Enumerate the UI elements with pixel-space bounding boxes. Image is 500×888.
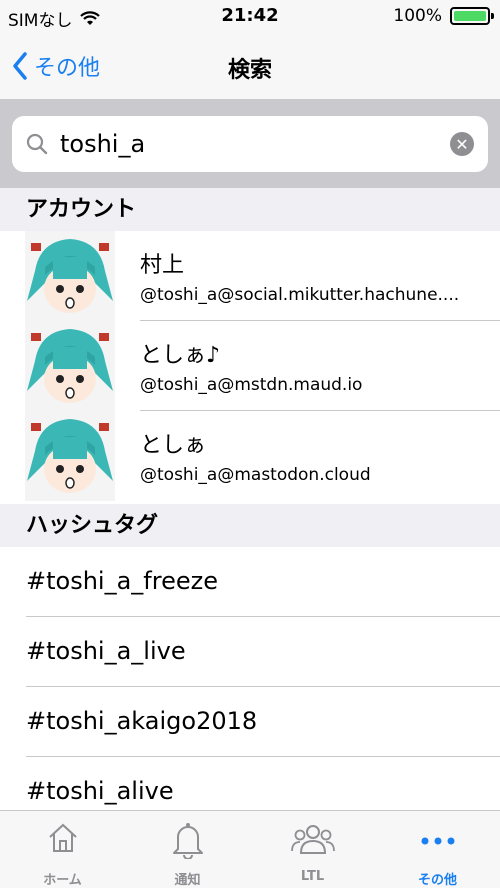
tab-label: LTL	[300, 869, 325, 884]
account-display-name: としぁ	[140, 433, 207, 458]
tab-home[interactable]: ホーム	[0, 811, 125, 888]
status-bar: SIMなし 21:42 100%	[0, 0, 500, 34]
search-area: ✕	[0, 100, 500, 188]
section-header-hashtags: ハッシュタグ	[0, 504, 500, 547]
avatar	[25, 231, 115, 321]
tab-bar: ホーム 通知 LTL その他	[0, 810, 500, 888]
bell-icon	[172, 823, 203, 859]
search-bar: ✕	[12, 116, 488, 172]
account-row[interactable]: としぁ @toshi_a@mastodon.cloud	[0, 411, 500, 501]
account-handle: @toshi_a@social.mikutter.hachune....	[140, 285, 460, 305]
page-title: 検索	[227, 58, 272, 83]
avatar	[25, 411, 115, 501]
battery-percent: 100%	[393, 6, 442, 26]
tab-label: ホーム	[43, 873, 82, 888]
tab-label: 通知	[174, 873, 201, 888]
account-display-name: としぁ♪	[140, 343, 221, 368]
home-icon	[48, 823, 77, 852]
account-handle: @toshi_a@mstdn.maud.io	[140, 375, 363, 395]
tab-label: その他	[417, 873, 457, 888]
navigation-bar: その他 検索	[0, 34, 500, 100]
hashtag-row[interactable]: #toshi_akaigo2018	[0, 687, 500, 757]
account-row[interactable]: 村上 @toshi_a@social.mikutter.hachune....	[0, 231, 500, 321]
account-handle: @toshi_a@mastodon.cloud	[140, 465, 371, 485]
hashtag-row[interactable]: #toshi_a_freeze	[0, 547, 500, 617]
tab-more[interactable]: その他	[375, 811, 500, 888]
search-icon	[26, 133, 48, 155]
avatar	[25, 321, 115, 411]
hashtag-label: #toshi_akaigo2018	[26, 707, 258, 735]
search-input[interactable]	[60, 130, 450, 158]
account-display-name: 村上	[140, 253, 185, 278]
more-icon	[421, 837, 454, 845]
account-row[interactable]: としぁ♪ @toshi_a@mstdn.maud.io	[0, 321, 500, 411]
tab-notifications[interactable]: 通知	[125, 811, 250, 888]
hashtag-label: #toshi_alive	[26, 777, 174, 805]
hashtag-label: #toshi_a_live	[26, 637, 186, 665]
tab-ltl[interactable]: LTL	[250, 811, 375, 888]
people-icon	[290, 825, 335, 854]
hashtag-row[interactable]: #toshi_alive	[0, 757, 500, 810]
hashtag-row[interactable]: #toshi_a_live	[0, 617, 500, 687]
close-icon: ✕	[455, 134, 469, 154]
clear-search-button[interactable]: ✕	[450, 132, 474, 156]
hashtag-label: #toshi_a_freeze	[26, 567, 218, 595]
section-header-accounts: アカウント	[0, 188, 500, 231]
battery-icon	[450, 7, 494, 25]
